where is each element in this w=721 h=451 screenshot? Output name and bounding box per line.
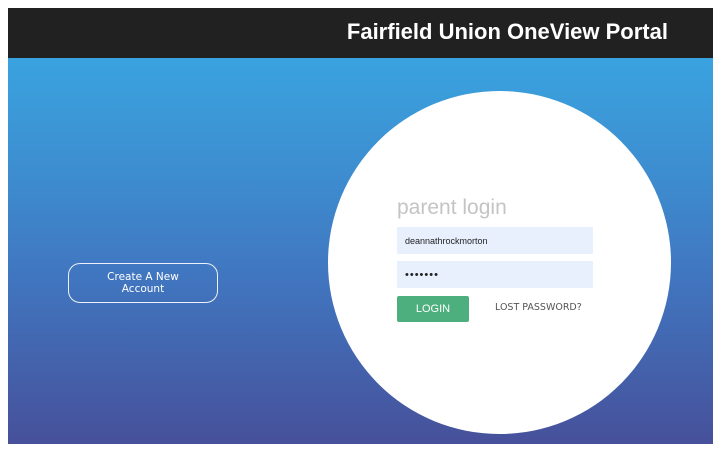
- lost-password-link[interactable]: LOST PASSWORD?: [495, 302, 582, 313]
- username-field[interactable]: [397, 227, 593, 254]
- header-bar: Fairfield Union OneView Portal: [8, 8, 713, 58]
- page-frame: Fairfield Union OneView Portal Create A …: [8, 8, 713, 444]
- login-panel: parent login LOGIN LOST PASSWORD?: [328, 91, 671, 434]
- login-button[interactable]: LOGIN: [397, 296, 469, 322]
- create-account-button[interactable]: Create A New Account: [68, 263, 218, 303]
- hero-background: Create A New Account parent login LOGIN …: [8, 58, 713, 444]
- portal-title: Fairfield Union OneView Portal: [346, 19, 668, 44]
- password-field[interactable]: [397, 261, 593, 288]
- login-heading: parent login: [397, 196, 507, 219]
